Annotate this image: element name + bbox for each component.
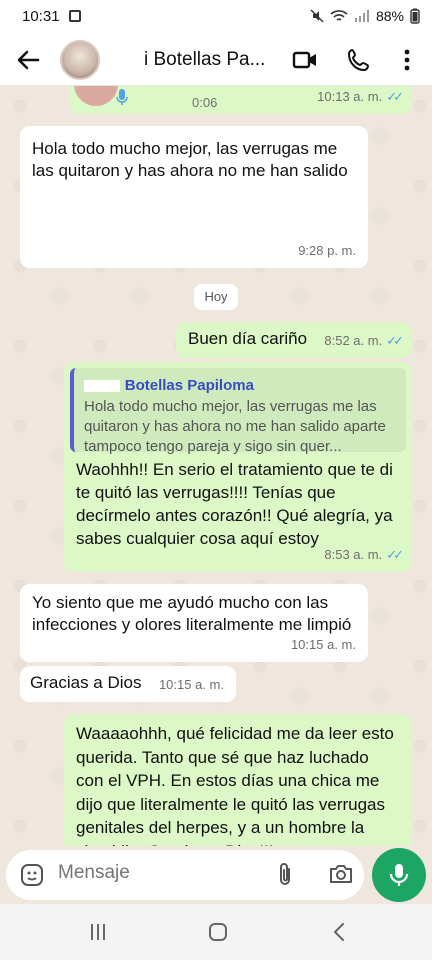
mic-icon — [389, 864, 409, 886]
voice-message-bubble[interactable]: 0:06 10:13 a. m. ✓✓ — [70, 86, 412, 114]
message-field[interactable] — [6, 850, 364, 900]
day-divider: Hoy — [194, 284, 238, 310]
read-ticks-icon: ✓✓ — [386, 89, 404, 104]
quoted-author: Botellas Papiloma — [84, 374, 396, 397]
emoji-icon[interactable] — [20, 863, 44, 887]
gallery-notification-icon — [69, 10, 81, 22]
battery-icon — [410, 8, 420, 24]
chat-area[interactable]: 0:06 10:13 a. m. ✓✓ Hola todo mucho mejor… — [0, 86, 432, 846]
message-text: Hola todo mucho mejor, las verrugas me l… — [32, 139, 348, 180]
mute-icon — [310, 9, 324, 23]
status-bar: 10:31 88% — [0, 0, 432, 34]
status-time: 10:31 — [22, 8, 60, 25]
outgoing-message[interactable]: Buen día cariño 8:52 a. m. ✓✓ — [176, 322, 412, 358]
message-text: Waaaaohhh, qué felicidad me da leer esto… — [76, 724, 394, 846]
mic-button[interactable] — [372, 848, 426, 902]
message-meta: 10:15 a. m. — [290, 637, 356, 652]
incoming-message[interactable]: Yo siento que me ayudó mucho con las inf… — [20, 584, 368, 662]
message-meta: 8:52 a. m. ✓✓ — [324, 330, 404, 352]
nav-recents-icon[interactable] — [84, 918, 112, 946]
voice-duration: 0:06 — [192, 95, 218, 110]
message-input[interactable] — [58, 862, 238, 884]
read-ticks-icon: ✓✓ — [386, 547, 404, 562]
message-text: Buen día cariño — [188, 329, 308, 348]
quoted-text: Hola todo mucho mejor, las verrugas me l… — [84, 398, 386, 455]
chat-header: i Botellas Pa... — [0, 34, 432, 86]
nav-home-icon[interactable] — [204, 918, 232, 946]
compose-bar — [0, 846, 432, 904]
outgoing-message[interactable]: Waaaaohhh, qué felicidad me da leer esto… — [64, 714, 412, 846]
read-ticks-icon: ✓✓ — [386, 333, 404, 348]
message-meta: 8:53 a. m. ✓✓ — [324, 544, 404, 566]
battery-percent: 88% — [375, 8, 404, 24]
phone-icon[interactable] — [346, 47, 372, 73]
message-meta: 9:28 p. m. — [298, 243, 356, 258]
back-arrow-icon[interactable] — [14, 46, 42, 74]
voice-avatar — [74, 86, 118, 106]
nav-back-icon[interactable] — [326, 918, 354, 946]
avatar[interactable] — [60, 40, 100, 80]
video-call-icon[interactable] — [292, 47, 318, 73]
message-meta: 10:13 a. m. ✓✓ — [317, 86, 404, 108]
quoted-message[interactable]: Botellas Papiloma Hola todo mucho mejor,… — [70, 368, 406, 455]
contact-name[interactable]: i Botellas Pa... — [114, 49, 284, 71]
message-text: Yo siento que me ayudó mucho con las inf… — [32, 593, 352, 634]
message-meta: 10:15 a. m. — [158, 677, 224, 692]
attach-icon[interactable] — [274, 862, 296, 888]
signal-icon — [354, 10, 369, 22]
status-right: 88% — [310, 8, 420, 24]
incoming-message[interactable]: Hola todo mucho mejor, las verrugas me l… — [20, 126, 368, 268]
system-nav-bar — [0, 904, 432, 960]
camera-icon[interactable] — [328, 862, 354, 886]
incoming-message[interactable]: Gracias a Dios 10:15 a. m. — [20, 666, 236, 702]
message-text: Gracias a Dios — [30, 673, 142, 692]
mic-small-icon — [116, 89, 128, 105]
outgoing-message-reply[interactable]: Botellas Papiloma Hola todo mucho mejor,… — [64, 362, 412, 572]
wifi-icon — [330, 10, 348, 21]
more-vert-icon[interactable] — [394, 47, 420, 73]
message-text: Waohhh!! En serio el tratamiento que te … — [76, 460, 393, 548]
